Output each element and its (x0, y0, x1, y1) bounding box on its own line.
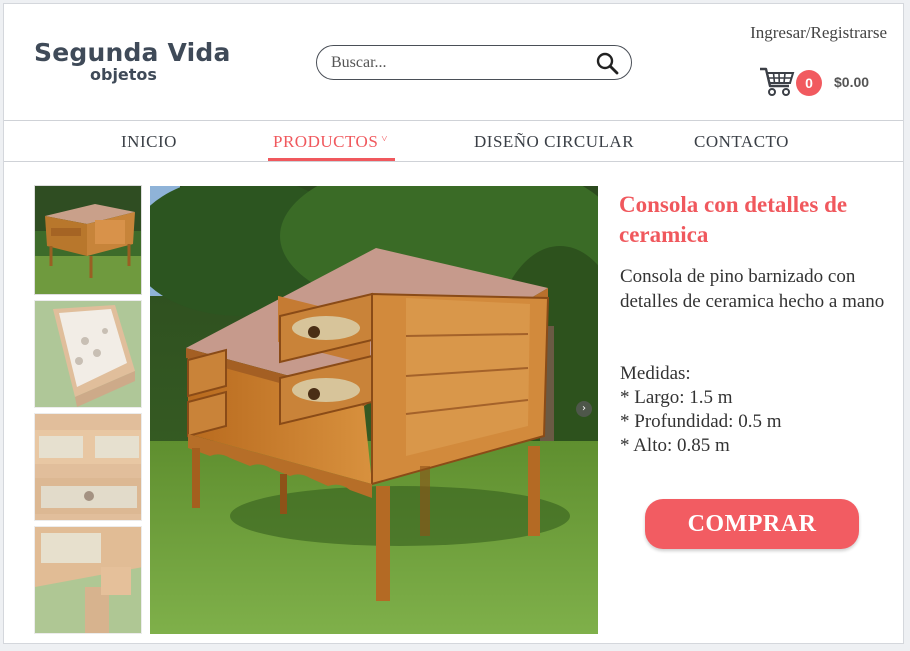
chevron-right-icon[interactable]: › (576, 401, 592, 417)
nav-label: DISEÑO CIRCULAR (474, 132, 635, 151)
page-frame: Segunda Vida objetos Ingresar/Registrars… (3, 3, 904, 644)
measures-heading: Medidas: (620, 363, 691, 384)
measure-depth: * Profundidad: 0.5 m (620, 411, 782, 432)
product-thumbnail-2[interactable] (34, 300, 142, 408)
product-description: Consola de pino barnizado con detalles d… (620, 266, 885, 312)
product-thumbnail-1[interactable] (34, 185, 142, 295)
cart-count-badge[interactable]: 0 (796, 70, 822, 96)
buy-button[interactable]: COMPRAR (645, 499, 859, 549)
nav-label: PRODUCTOS (273, 132, 379, 151)
login-register-link[interactable]: Ingresar/Registrarse (750, 23, 887, 43)
brand-logo[interactable]: Segunda Vida objetos (34, 38, 231, 84)
nav-item-diseno-circular[interactable]: DISEÑO CIRCULAR (474, 132, 634, 152)
product-title: Consola con detalles de ceramica (619, 192, 848, 247)
search-input[interactable] (331, 52, 581, 74)
search-icon[interactable] (595, 51, 619, 75)
measure-length: * Largo: 1.5 m (620, 387, 733, 408)
product-main-image[interactable] (150, 186, 598, 634)
product-thumbnail-3[interactable] (34, 413, 142, 521)
brand-name: Segunda Vida (34, 38, 231, 67)
nav-item-inicio[interactable]: INICIO (121, 132, 177, 152)
nav-item-productos[interactable]: PRODUCTOS ˅ (273, 132, 388, 152)
site-header: Segunda Vida objetos Ingresar/Registrars… (4, 4, 903, 121)
chevron-down-icon: ˅ (381, 133, 388, 145)
product-measures: Medidas: * Largo: 1.5 m * Profundidad: 0… (620, 362, 890, 458)
measure-height: * Alto: 0.85 m (620, 435, 730, 456)
nav-label: INICIO (121, 132, 177, 151)
main-nav: INICIO PRODUCTOS ˅ DISEÑO CIRCULAR CONTAC… (4, 122, 903, 162)
nav-label: CONTACTO (694, 132, 789, 151)
product-thumbnail-4[interactable] (34, 526, 142, 634)
search-box (316, 45, 632, 80)
nav-item-contacto[interactable]: CONTACTO (694, 132, 789, 152)
active-tab-indicator (268, 158, 395, 161)
brand-tagline: objetos (90, 65, 157, 84)
shopping-cart-icon[interactable] (759, 64, 795, 98)
cart-total: $0.00 (834, 74, 870, 90)
